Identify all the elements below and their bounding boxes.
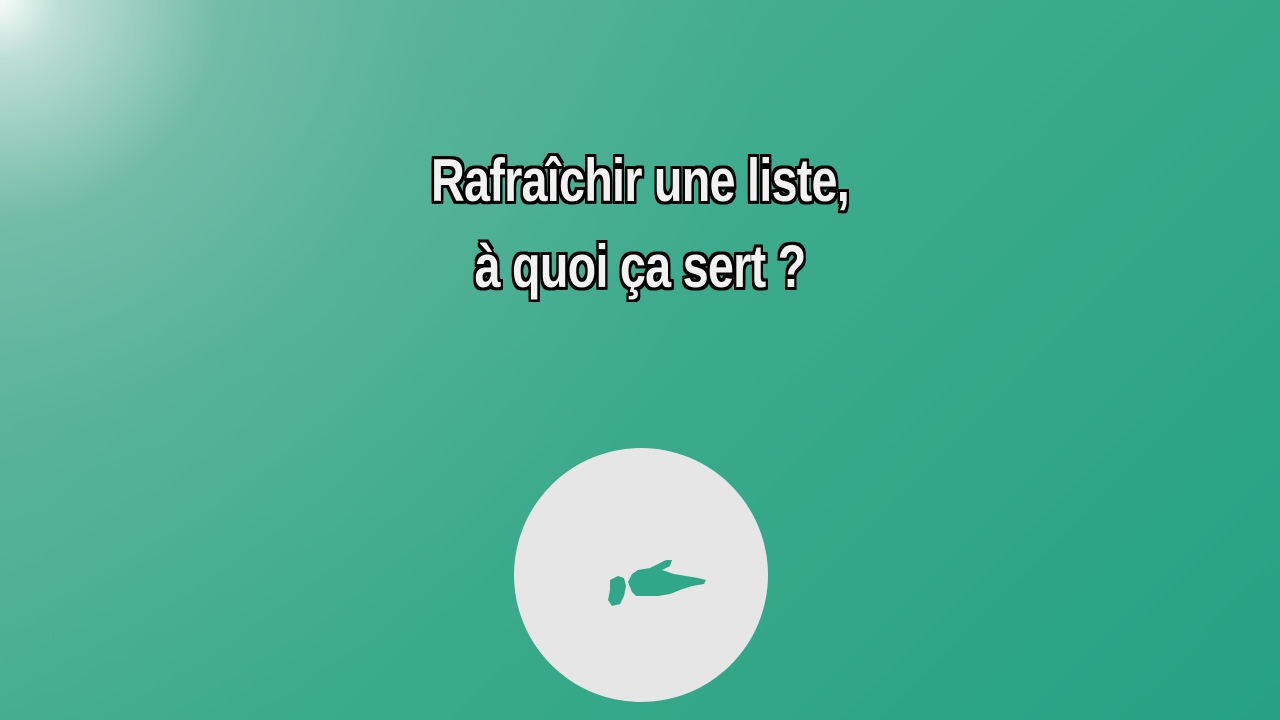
title-line-2: à quoi ça sert ? — [474, 233, 807, 300]
pointing-hand-button[interactable] — [514, 448, 768, 702]
page-title: Rafraîchir une liste, à quoi ça sert ? — [141, 138, 1139, 310]
pointing-hand-icon — [608, 560, 706, 606]
title-line-1: Rafraîchir une liste, — [431, 147, 850, 214]
